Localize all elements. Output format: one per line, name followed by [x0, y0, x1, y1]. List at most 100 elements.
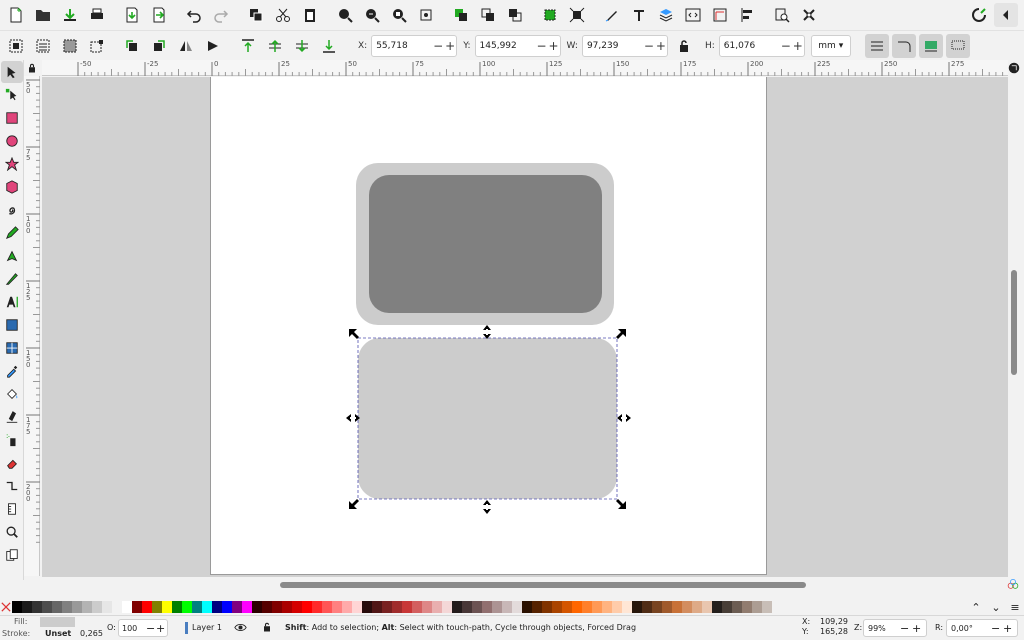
color-swatch[interactable]: [712, 601, 722, 613]
calligraphy-tool-icon[interactable]: [1, 268, 23, 290]
color-swatch[interactable]: [422, 601, 432, 613]
text-tool-icon[interactable]: [1, 291, 23, 313]
color-swatch[interactable]: [162, 601, 172, 613]
rotation-field[interactable]: 0,00° − +: [946, 619, 1018, 637]
color-swatch[interactable]: [342, 601, 352, 613]
color-swatch[interactable]: [572, 601, 582, 613]
color-swatch[interactable]: [102, 601, 112, 613]
preferences-icon[interactable]: [797, 3, 821, 27]
zoom-drawing-icon[interactable]: [360, 3, 384, 27]
fill-stroke-icon[interactable]: [600, 3, 624, 27]
y-value[interactable]: 145,992: [480, 41, 536, 51]
color-swatch[interactable]: [652, 601, 662, 613]
select-all-icon[interactable]: [4, 34, 28, 58]
clone-icon[interactable]: [476, 3, 500, 27]
pen-tool-icon[interactable]: [1, 245, 23, 267]
color-swatch[interactable]: [52, 601, 62, 613]
group-icon[interactable]: [538, 3, 562, 27]
redo-icon[interactable]: [209, 3, 233, 27]
select-all-layers-icon[interactable]: [31, 34, 55, 58]
color-swatch[interactable]: [412, 601, 422, 613]
selected-rounded-rect[interactable]: [358, 338, 617, 499]
color-swatch[interactable]: [312, 601, 322, 613]
plus-icon[interactable]: +: [156, 622, 166, 635]
eraser-tool-icon[interactable]: [1, 452, 23, 474]
find-replace-icon[interactable]: [770, 3, 794, 27]
star-tool-icon[interactable]: [1, 153, 23, 175]
drawing-canvas[interactable]: [42, 77, 1008, 577]
chevron-down-icon[interactable]: ⌄: [986, 601, 1006, 614]
flip-vertical-icon[interactable]: [201, 34, 225, 58]
undo-icon[interactable]: [182, 3, 206, 27]
chevron-up-icon[interactable]: ⌃: [966, 601, 986, 614]
no-paint-icon[interactable]: [0, 600, 12, 614]
text-font-icon[interactable]: [627, 3, 651, 27]
vertical-scroll-thumb[interactable]: [1011, 270, 1017, 375]
layer-name[interactable]: Layer 1: [192, 623, 222, 632]
color-swatch[interactable]: [482, 601, 492, 613]
zoom-field[interactable]: 99% − +: [863, 619, 927, 637]
color-swatch[interactable]: [22, 601, 32, 613]
node-tool-icon[interactable]: [1, 84, 23, 106]
stroke-value[interactable]: Unset: [45, 629, 71, 638]
color-swatch[interactable]: [612, 601, 622, 613]
color-swatch[interactable]: [152, 601, 162, 613]
color-swatch[interactable]: [642, 601, 652, 613]
raise-top-icon[interactable]: [236, 34, 260, 58]
horizontal-scrollbar[interactable]: [42, 577, 1008, 591]
color-swatch[interactable]: [522, 601, 532, 613]
transform-pattern-icon[interactable]: [945, 33, 970, 58]
3d-box-tool-icon[interactable]: [1, 176, 23, 198]
cut-icon[interactable]: [271, 3, 295, 27]
color-swatch[interactable]: [622, 601, 632, 613]
color-swatch[interactable]: [462, 601, 472, 613]
invert-selection-icon[interactable]: [58, 34, 82, 58]
handle-ne-icon[interactable]: [616, 329, 626, 339]
color-swatch[interactable]: [492, 601, 502, 613]
color-swatch[interactable]: [582, 601, 592, 613]
import-icon[interactable]: [120, 3, 144, 27]
minus-icon[interactable]: −: [780, 39, 792, 53]
paste-icon[interactable]: [298, 3, 322, 27]
plus-icon[interactable]: +: [548, 39, 560, 53]
color-swatch[interactable]: [302, 601, 312, 613]
zoom-page-width-icon[interactable]: [414, 3, 438, 27]
open-folder-icon[interactable]: [31, 3, 55, 27]
raise-icon[interactable]: [263, 34, 287, 58]
color-swatch[interactable]: [632, 601, 642, 613]
minus-icon[interactable]: −: [991, 622, 1003, 635]
color-swatch[interactable]: [452, 601, 462, 613]
scale-corners-icon[interactable]: [891, 33, 916, 58]
guide-lock-icon[interactable]: [26, 62, 40, 76]
color-swatch[interactable]: [282, 601, 292, 613]
color-swatch[interactable]: [292, 601, 302, 613]
color-swatch[interactable]: [742, 601, 752, 613]
color-swatch[interactable]: [542, 601, 552, 613]
plus-icon[interactable]: +: [655, 39, 667, 53]
measure-tool-icon[interactable]: [1, 498, 23, 520]
rotate-ccw-icon[interactable]: [120, 34, 144, 58]
layer-indicator[interactable]: [185, 622, 188, 634]
handle-se-icon[interactable]: [616, 499, 626, 509]
lower-bottom-icon[interactable]: [317, 34, 341, 58]
color-swatch[interactable]: [332, 601, 342, 613]
color-swatch[interactable]: [732, 601, 742, 613]
color-swatch[interactable]: [192, 601, 202, 613]
w-value[interactable]: 97,239: [587, 41, 643, 51]
ungroup-icon[interactable]: [565, 3, 589, 27]
color-swatch[interactable]: [222, 601, 232, 613]
handle-s-icon[interactable]: [483, 500, 491, 514]
color-swatch[interactable]: [752, 601, 762, 613]
color-swatch[interactable]: [82, 601, 92, 613]
copy-icon[interactable]: [244, 3, 268, 27]
color-swatch[interactable]: [552, 601, 562, 613]
handle-sw-icon[interactable]: [349, 499, 359, 509]
pencil-tool-icon[interactable]: [1, 222, 23, 244]
minus-icon[interactable]: −: [643, 39, 655, 53]
layers-icon[interactable]: [654, 3, 678, 27]
color-swatch[interactable]: [382, 601, 392, 613]
color-swatch[interactable]: [472, 601, 482, 613]
ellipse-tool-icon[interactable]: [1, 130, 23, 152]
fill-swatch[interactable]: [40, 617, 75, 627]
document-properties-icon[interactable]: [708, 3, 732, 27]
